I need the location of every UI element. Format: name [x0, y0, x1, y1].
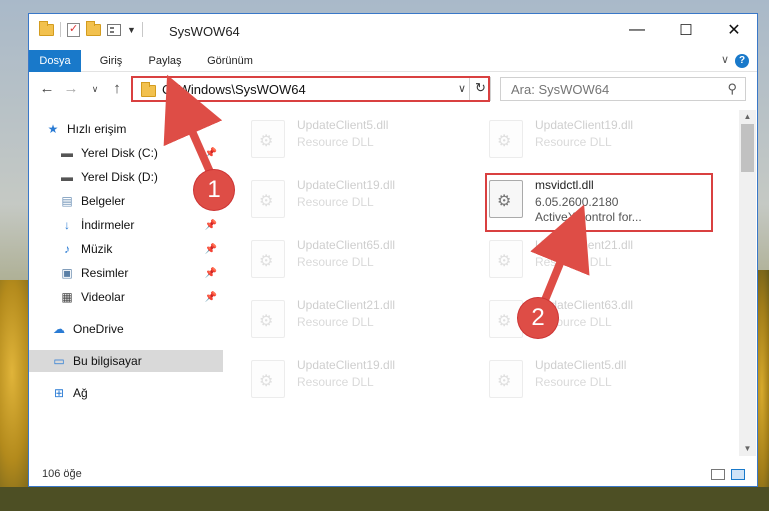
- annotation-arrows: [163, 74, 590, 302]
- callout-1: 1: [194, 170, 234, 210]
- arrow-to-address: [163, 74, 223, 174]
- arrow-to-file: [530, 204, 590, 302]
- callout-2: 2: [518, 298, 558, 338]
